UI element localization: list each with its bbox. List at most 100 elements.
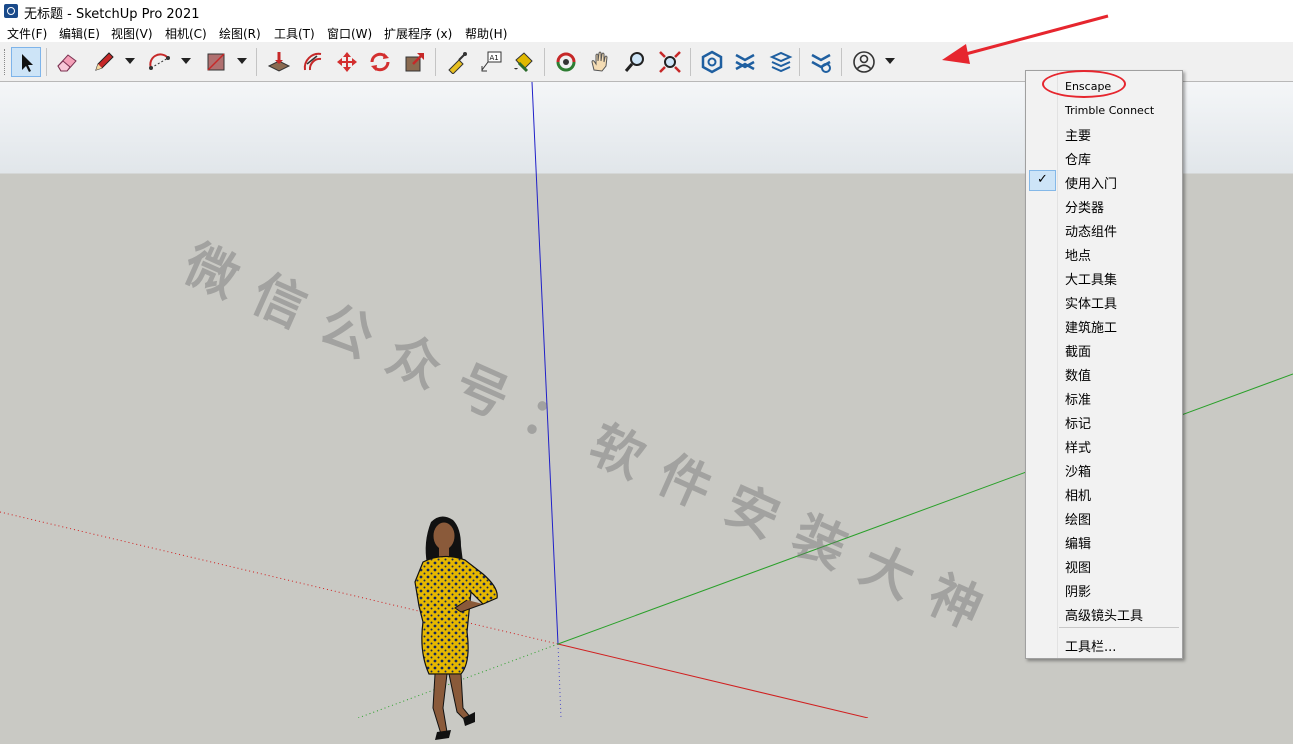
- scale-figure-person[interactable]: [405, 512, 505, 744]
- text-tool-icon: A1: [481, 51, 502, 72]
- menu-item-label: 动态组件: [1065, 225, 1118, 240]
- zoom-extents-tool-icon: [659, 51, 681, 73]
- menu-item-toolbar-12[interactable]: 数值: [1026, 361, 1182, 385]
- zoom-tool-button[interactable]: [620, 47, 650, 77]
- menu-item-toolbar-7[interactable]: 地点: [1026, 241, 1182, 265]
- menu-item-toolbar-8[interactable]: 大工具集: [1026, 265, 1182, 289]
- menu-bar: 文件(F) 编辑(E) 视图(V) 相机(C) 绘图(R) 工具(T) 窗口(W…: [0, 22, 1293, 42]
- toolbars-context-menu: Enscape Trimble Connect 主要 仓库 ✓ 使用入门 分类器 动态组件 地点…: [1025, 70, 1183, 659]
- blue-axis: [531, 82, 559, 645]
- menu-item-label: 沙箱: [1065, 465, 1092, 480]
- menu-item-toolbar-21[interactable]: 阴影: [1026, 577, 1182, 601]
- menu-item-toolbars-dialog[interactable]: 工具栏...: [1026, 632, 1182, 656]
- rectangle-tool-button[interactable]: [201, 47, 231, 77]
- enscape-start-button[interactable]: [697, 47, 727, 77]
- toolbar-separator: [435, 48, 436, 76]
- paint-bucket-tool-button[interactable]: [508, 47, 538, 77]
- enscape-settings-button[interactable]: [806, 47, 836, 77]
- svg-text:A1: A1: [490, 54, 499, 62]
- rectangle-dropdown-chevron-icon[interactable]: [237, 58, 247, 64]
- menu-item-toolbar-14[interactable]: 标记: [1026, 409, 1182, 433]
- menu-item-toolbar-13[interactable]: 标准: [1026, 385, 1182, 409]
- menu-item-toolbar-2[interactable]: 主要: [1026, 121, 1182, 145]
- rotate-tool-icon: [370, 52, 390, 72]
- menu-item-toolbar-9[interactable]: 实体工具: [1026, 289, 1182, 313]
- arc-dropdown-chevron-icon[interactable]: [181, 58, 191, 64]
- rotate-tool-button[interactable]: [365, 47, 395, 77]
- arc-tool-button[interactable]: [145, 47, 175, 77]
- scale-tool-icon: [405, 53, 424, 72]
- account-icon: [853, 51, 875, 73]
- toolbar-separator: [46, 48, 47, 76]
- menu-item-toolbar-6[interactable]: 动态组件: [1026, 217, 1182, 241]
- menu-help[interactable]: 帮助(H): [465, 25, 507, 42]
- toolbar-separator: [690, 48, 691, 76]
- menu-item-label: 视图: [1065, 561, 1092, 576]
- menu-item-toolbar-4[interactable]: ✓ 使用入门: [1026, 169, 1182, 193]
- menu-item-toolbar-22[interactable]: 高级镜头工具: [1026, 601, 1182, 625]
- select-tool-button[interactable]: [11, 47, 41, 77]
- offset-tool-button[interactable]: [298, 47, 328, 77]
- orbit-tool-button[interactable]: [551, 47, 581, 77]
- menu-item-toolbar-11[interactable]: 截面: [1026, 337, 1182, 361]
- paint-bucket-tool-icon: [514, 52, 533, 73]
- account-button[interactable]: [849, 47, 879, 77]
- menu-item-toolbar-16[interactable]: 沙箱: [1026, 457, 1182, 481]
- pencil-tool-button[interactable]: [89, 47, 119, 77]
- checkmark-icon: ✓: [1029, 170, 1056, 191]
- checkmark-glyph: ✓: [1037, 172, 1048, 187]
- toolbar-grip[interactable]: [4, 49, 8, 75]
- menu-item-toolbar-19[interactable]: 编辑: [1026, 529, 1182, 553]
- move-tool-button[interactable]: [332, 47, 362, 77]
- scale-tool-button[interactable]: [400, 47, 430, 77]
- menu-camera[interactable]: 相机(C): [165, 25, 207, 42]
- menu-draw[interactable]: 绘图(R): [219, 25, 261, 42]
- menu-item-toolbar-5[interactable]: 分类器: [1026, 193, 1182, 217]
- menu-separator: [1059, 627, 1179, 628]
- menu-item-toolbar-18[interactable]: 绘图: [1026, 505, 1182, 529]
- enscape-sync-icon: [735, 53, 755, 71]
- tape-measure-tool-button[interactable]: [442, 47, 472, 77]
- select-tool-icon: [22, 54, 33, 72]
- eraser-tool-button[interactable]: [52, 47, 82, 77]
- window-title: 无标题 - SketchUp Pro 2021: [24, 7, 200, 22]
- menu-item-label: 截面: [1065, 345, 1092, 360]
- eraser-tool-icon: [57, 54, 77, 72]
- menu-item-label: 相机: [1065, 489, 1092, 504]
- menu-item-label: 主要: [1065, 129, 1092, 144]
- enscape-views-button[interactable]: [766, 47, 796, 77]
- menu-item-label: 使用入门: [1065, 177, 1118, 192]
- menu-item-label: 分类器: [1065, 201, 1105, 216]
- toolbar-separator: [256, 48, 257, 76]
- menu-item-toolbar-20[interactable]: 视图: [1026, 553, 1182, 577]
- menu-tools[interactable]: 工具(T): [274, 25, 315, 42]
- menu-item-toolbar-1[interactable]: Trimble Connect: [1026, 98, 1182, 122]
- pan-tool-icon: [591, 51, 608, 72]
- menu-item-toolbar-15[interactable]: 样式: [1026, 433, 1182, 457]
- menu-item-toolbar-3[interactable]: 仓库: [1026, 145, 1182, 169]
- orbit-tool-icon: [556, 52, 576, 72]
- enscape-views-icon: [769, 51, 793, 73]
- pencil-dropdown-chevron-icon[interactable]: [125, 58, 135, 64]
- menu-extensions[interactable]: 扩展程序 (x): [384, 25, 452, 42]
- menu-view[interactable]: 视图(V): [111, 25, 153, 42]
- menu-item-toolbar-17[interactable]: 相机: [1026, 481, 1182, 505]
- menu-edit[interactable]: 编辑(E): [59, 25, 100, 42]
- zoom-tool-icon: [624, 52, 644, 72]
- menu-item-label: 大工具集: [1065, 273, 1118, 288]
- menu-file[interactable]: 文件(F): [7, 25, 47, 42]
- title-bar: 无标题 - SketchUp Pro 2021: [0, 0, 1293, 22]
- menu-item-label: 阴影: [1065, 585, 1092, 600]
- account-dropdown-chevron-icon[interactable]: [885, 58, 895, 64]
- menu-item-toolbar-10[interactable]: 建筑施工: [1026, 313, 1182, 337]
- pan-tool-button[interactable]: [585, 47, 615, 77]
- menu-item-label: 仓库: [1065, 153, 1092, 168]
- move-tool-icon: [337, 52, 357, 72]
- text-tool-button[interactable]: A1: [476, 47, 506, 77]
- zoom-extents-tool-button[interactable]: [655, 47, 685, 77]
- push-pull-tool-button[interactable]: [264, 47, 294, 77]
- enscape-settings-icon: [811, 53, 831, 73]
- enscape-sync-button[interactable]: [730, 47, 760, 77]
- menu-window[interactable]: 窗口(W): [327, 25, 372, 42]
- toolbar-separator: [799, 48, 800, 76]
